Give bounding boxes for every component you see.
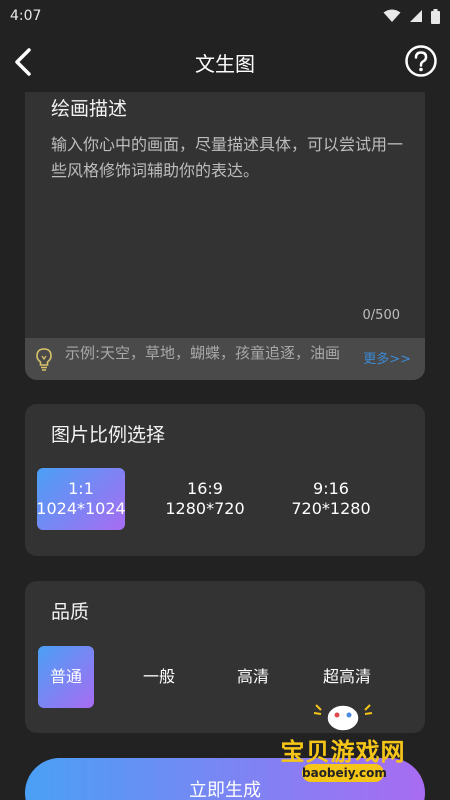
ratio-label: 16:9 — [187, 479, 223, 498]
ratio-title: 图片比例选择 — [51, 424, 166, 446]
gamepad-icon — [313, 704, 373, 732]
quality-option-normal[interactable]: 普通 — [38, 646, 94, 708]
example-bar: 示例:天空，草地，蝴蝶，孩童追逐，油画 更多>> — [25, 338, 425, 380]
quality-label: 超高清 — [322, 667, 371, 686]
battery-icon — [431, 8, 440, 24]
page-title: 文生图 — [195, 51, 255, 76]
quality-option-ultra-hd[interactable]: 超高清 — [313, 646, 381, 708]
status-bar: 4:07 — [0, 0, 450, 32]
quality-option-general[interactable]: 一般 — [131, 646, 187, 708]
quality-label: 高清 — [236, 667, 269, 686]
back-arrow-icon — [15, 48, 31, 76]
ratio-label: 1:1 — [68, 479, 94, 498]
back-button[interactable] — [8, 44, 38, 80]
quality-option-hd[interactable]: 高清 — [225, 646, 281, 708]
lightbulb-icon — [36, 348, 52, 371]
header: 文生图 — [0, 32, 450, 92]
watermark-url: baobeiy.com — [302, 764, 387, 782]
ratio-size: 720*1280 — [291, 499, 371, 518]
ratio-option-16-9[interactable]: 16:9 1280*720 — [153, 468, 257, 530]
character-counter: 0/500 — [362, 308, 400, 323]
help-icon — [405, 45, 437, 77]
description-input[interactable]: 输入你心中的画面，尽量描述具体，可以尝试用一些风格修饰词辅助你的表达。 — [51, 132, 411, 184]
quality-label: 普通 — [49, 667, 82, 686]
ratio-option-9-16[interactable]: 9:16 720*1280 — [279, 468, 383, 530]
generate-button-label: 立即生成 — [189, 780, 261, 800]
help-button[interactable] — [404, 44, 440, 80]
more-examples-link[interactable]: 更多>> — [363, 348, 411, 367]
quality-title: 品质 — [51, 601, 90, 623]
ratio-card: 图片比例选择 1:1 1024*1024 16:9 1280*720 9:16 … — [25, 404, 425, 556]
quality-label: 一般 — [142, 667, 175, 686]
ratio-label: 9:16 — [313, 479, 349, 498]
ratio-option-1-1[interactable]: 1:1 1024*1024 — [36, 468, 126, 530]
wifi-icon — [383, 9, 401, 22]
signal-icon — [410, 10, 422, 22]
status-time: 4:07 — [10, 8, 42, 24]
description-title: 绘画描述 — [51, 98, 128, 120]
description-card: 绘画描述 输入你心中的画面，尽量描述具体，可以尝试用一些风格修饰词辅助你的表达。… — [25, 92, 425, 380]
ratio-size: 1024*1024 — [36, 499, 126, 518]
ratio-size: 1280*720 — [165, 499, 245, 518]
watermark: 宝贝游戏网 baobeiy.com — [268, 700, 428, 784]
example-text: 示例:天空，草地，蝴蝶，孩童追逐，油画 — [65, 344, 341, 362]
status-icons — [383, 8, 440, 24]
watermark-text: 宝贝游戏网 — [280, 738, 406, 766]
